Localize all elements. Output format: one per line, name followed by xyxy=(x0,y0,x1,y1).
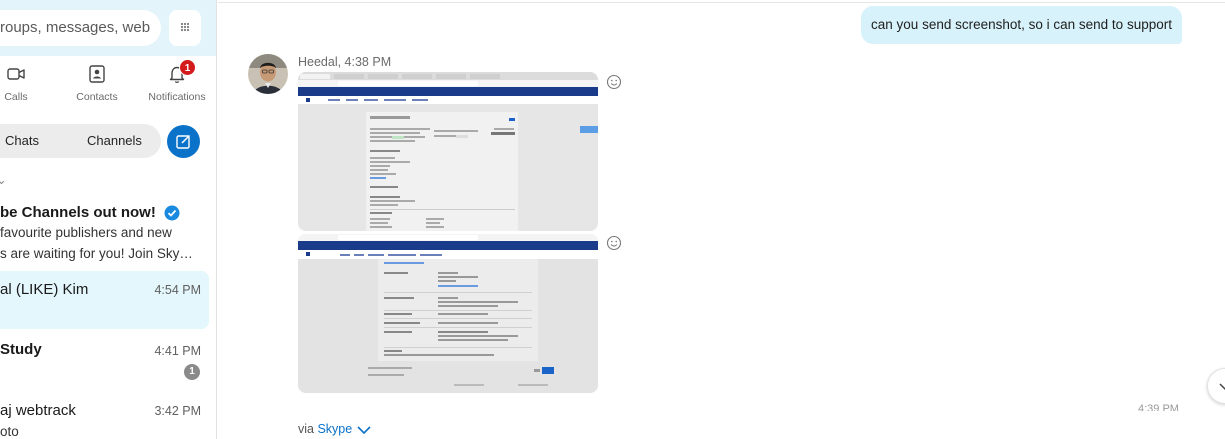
contact-card-icon xyxy=(86,63,108,85)
notification-count-badge: 1 xyxy=(179,59,196,76)
list-item[interactable]: aj webtrack 3:42 PM oto xyxy=(0,391,209,439)
via-skype-link[interactable]: Skype xyxy=(317,422,352,436)
image-overflow-indicator xyxy=(580,126,598,133)
list-item[interactable]: Study 4:41 PM 1 xyxy=(0,335,209,385)
list-item-selected[interactable]: al (LIKE) Kim 4:54 PM xyxy=(0,271,209,329)
sidebar-header: roups, messages, web Calls Contacts 1 No… xyxy=(0,0,216,205)
chat-preview-line: oto xyxy=(0,424,19,439)
shared-image-transaction-details[interactable] xyxy=(298,72,598,231)
nav-notifications-label: Notifications xyxy=(148,91,206,103)
sidebar: roups, messages, web Calls Contacts 1 No… xyxy=(0,0,217,439)
chat-time: 4:54 PM xyxy=(154,283,201,297)
chat-filter-chevron-icon[interactable]: ⌄ xyxy=(0,172,7,188)
smiley-icon[interactable] xyxy=(606,74,622,90)
chat-preview-line: favourite publishers and new xyxy=(0,225,172,240)
conversation-pane: can you send screenshot, so i can send t… xyxy=(218,0,1225,439)
search-band: roups, messages, web xyxy=(0,0,216,56)
nav-calls-label: Calls xyxy=(4,91,28,103)
avatar[interactable] xyxy=(248,54,288,94)
outgoing-message-bubble[interactable]: can you send screenshot, so i can send t… xyxy=(861,6,1182,44)
dialpad-button[interactable] xyxy=(169,10,201,46)
message-sender-time: Heedal, 4:38 PM xyxy=(298,55,392,69)
message-time: 4:39 PM xyxy=(1138,403,1179,411)
divider xyxy=(218,2,1225,3)
chat-time: 3:42 PM xyxy=(154,404,201,418)
verified-check-icon xyxy=(164,205,180,221)
bell-icon: 1 xyxy=(166,59,196,85)
tab-channels[interactable]: Channels xyxy=(87,124,142,158)
video-camera-icon xyxy=(5,63,27,85)
chat-list: be Channels out now! favourite publisher… xyxy=(0,204,216,439)
tab-chats[interactable]: Chats xyxy=(5,124,39,158)
outgoing-message-text: can you send screenshot, so i can send t… xyxy=(871,17,1172,32)
new-chat-button[interactable] xyxy=(167,125,200,158)
scroll-to-bottom-button[interactable] xyxy=(1207,368,1225,404)
chat-time: 4:41 PM xyxy=(154,344,201,358)
chevron-down-icon xyxy=(1219,383,1225,391)
list-item[interactable]: be Channels out now! favourite publisher… xyxy=(0,204,209,271)
smiley-icon[interactable] xyxy=(606,235,622,251)
chat-name: aj webtrack xyxy=(0,402,76,419)
search-input-text: roups, messages, web xyxy=(0,19,151,36)
via-skype-line: via Skype xyxy=(298,422,372,436)
nav-calls[interactable]: Calls xyxy=(0,63,32,103)
chat-name: be Channels out now! xyxy=(0,204,156,221)
nav-notifications[interactable]: 1 Notifications xyxy=(146,59,208,103)
chat-name: al (LIKE) Kim xyxy=(0,281,89,298)
chat-name: Study xyxy=(0,341,42,358)
unread-count-badge: 1 xyxy=(184,364,200,380)
chats-channels-toggle: Chats Channels xyxy=(0,124,161,158)
search-input[interactable]: roups, messages, web xyxy=(0,10,161,46)
via-prefix: via xyxy=(298,422,318,436)
compose-icon xyxy=(176,134,191,149)
chat-preview-line: s are waiting for you! Join Sky… xyxy=(0,246,193,261)
shared-image-order-details[interactable] xyxy=(298,234,598,393)
chevron-down-icon[interactable] xyxy=(356,425,372,435)
dialpad-icon xyxy=(180,22,190,32)
nav-contacts[interactable]: Contacts xyxy=(72,63,122,103)
nav-contacts-label: Contacts xyxy=(76,91,118,103)
